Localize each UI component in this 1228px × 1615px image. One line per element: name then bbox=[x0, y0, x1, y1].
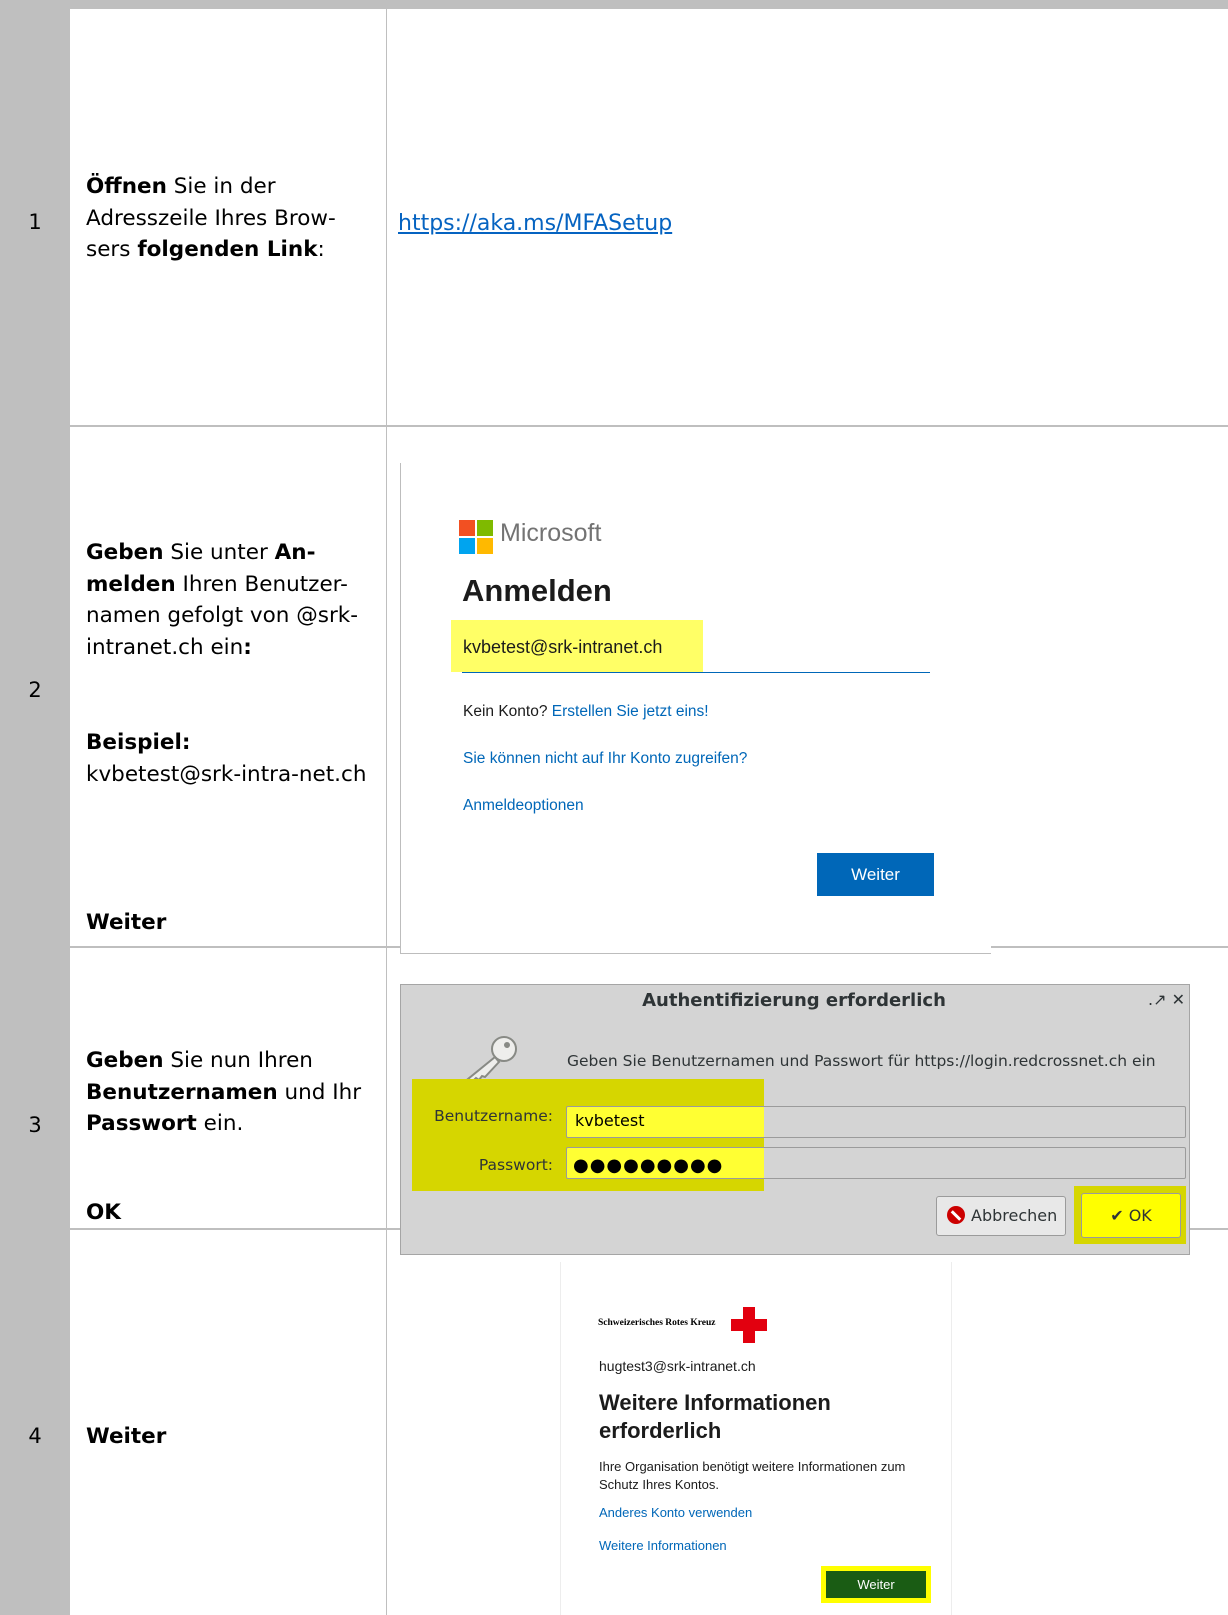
more-info-link[interactable]: Weitere Informationen bbox=[599, 1538, 727, 1553]
example-value: kvbetest@srk-intra-net.ch bbox=[86, 761, 367, 787]
next-button[interactable]: Weiter bbox=[826, 1571, 926, 1598]
create-account-link[interactable]: Erstellen Sie jetzt eins! bbox=[552, 703, 709, 720]
srk-body: Ihre Organisation benötigt weitere Infor… bbox=[599, 1459, 906, 1492]
instruction-text: Sie nun Ihren bbox=[163, 1048, 313, 1073]
ok-button[interactable]: ✔ OK bbox=[1081, 1193, 1181, 1238]
instruction-page: 1 Öffnen Sie in der Adresszeile Ihres Br… bbox=[0, 0, 1228, 1615]
next-button[interactable]: Weiter bbox=[817, 853, 934, 896]
account-email: hugtest3@srk-intranet.ch bbox=[599, 1358, 756, 1374]
ok-label: OK bbox=[1128, 1206, 1152, 1225]
column-divider bbox=[386, 9, 387, 1615]
action-label: Weiter bbox=[86, 1424, 167, 1449]
example-label: Beispiel: bbox=[86, 730, 191, 755]
instruction-keyword: Passwort bbox=[86, 1111, 197, 1136]
table-top-border bbox=[0, 0, 1228, 9]
signin-title: Anmelden bbox=[462, 573, 612, 608]
cancel-label: Abbrechen bbox=[971, 1206, 1058, 1225]
instruction-keyword: Geben bbox=[86, 1048, 164, 1073]
step-number: 3 bbox=[28, 1113, 42, 1137]
instruction-keyword: Geben bbox=[86, 540, 164, 565]
window-controls[interactable]: .↗ ✕ bbox=[1148, 990, 1185, 1009]
instruction-keyword: Öffnen bbox=[86, 174, 167, 199]
row-divider bbox=[70, 425, 1228, 427]
action-label: Weiter bbox=[86, 910, 167, 935]
instruction-text: ein. bbox=[196, 1111, 244, 1136]
instruction-keyword: folgenden Link bbox=[137, 237, 318, 262]
dialog-title: Authentifizierung erforderlich bbox=[642, 990, 946, 1011]
srk-title: Weitere Informationen erforderlich bbox=[599, 1390, 831, 1443]
microsoft-logo-icon bbox=[459, 520, 493, 554]
username-field[interactable] bbox=[566, 1106, 1186, 1138]
username-value: kvbetest bbox=[575, 1111, 645, 1130]
step-action: OK bbox=[86, 1197, 376, 1229]
password-label: Passwort: bbox=[478, 1156, 553, 1174]
cancel-icon bbox=[947, 1206, 965, 1224]
example-block: Beispiel: kvbetest@srk-intra-net.ch bbox=[86, 727, 376, 790]
checkmark-icon: ✔ bbox=[1110, 1206, 1124, 1225]
key-icon bbox=[466, 1036, 517, 1083]
password-value: ●●●●●●●●● bbox=[573, 1155, 724, 1176]
instruction-text: : bbox=[317, 237, 325, 262]
instruction-text: und Ihr bbox=[277, 1079, 362, 1105]
instruction-text: Sie unter bbox=[163, 540, 275, 565]
step-description: Öffnen Sie in der Adresszeile Ihres Brow… bbox=[86, 171, 376, 266]
microsoft-brand: Microsoft bbox=[500, 519, 602, 547]
no-account-line: Kein Konto? Erstellen Sie jetzt eins! bbox=[463, 703, 709, 721]
action-label: OK bbox=[86, 1200, 121, 1225]
no-account-text: Kein Konto? bbox=[463, 703, 548, 720]
step-number-column bbox=[0, 0, 70, 1615]
dialog-message: Geben Sie Benutzernamen und Passwort für… bbox=[567, 1052, 1156, 1070]
step-description: Geben Sie nun Ihren Benutzernamen und Ih… bbox=[86, 1045, 376, 1140]
instruction-keyword: : bbox=[243, 634, 252, 660]
step-action: Weiter bbox=[86, 907, 376, 939]
step-action: Weiter bbox=[86, 1421, 376, 1453]
red-cross-icon bbox=[731, 1307, 767, 1343]
username-label: Benutzername: bbox=[434, 1107, 553, 1125]
step-number: 1 bbox=[28, 210, 42, 234]
step-number: 4 bbox=[28, 1424, 42, 1448]
cant-access-link[interactable]: Sie können nicht auf Ihr Konto zugreifen… bbox=[463, 750, 747, 768]
instruction-keyword: Benutzernamen bbox=[86, 1079, 278, 1105]
cancel-button[interactable]: Abbrechen bbox=[936, 1196, 1066, 1236]
mfa-setup-link[interactable]: https://aka.ms/MFASetup bbox=[398, 211, 672, 236]
step-description: Geben Sie unter An-melden Ihren Benutzer… bbox=[86, 537, 376, 663]
organization-name: Schweizerisches Rotes Kreuz bbox=[598, 1318, 716, 1328]
username-value: kvbetest@srk-intranet.ch bbox=[463, 637, 663, 657]
step-number: 2 bbox=[28, 678, 42, 702]
signin-options-link[interactable]: Anmeldeoptionen bbox=[463, 797, 584, 815]
other-account-link[interactable]: Anderes Konto verwenden bbox=[599, 1505, 752, 1520]
